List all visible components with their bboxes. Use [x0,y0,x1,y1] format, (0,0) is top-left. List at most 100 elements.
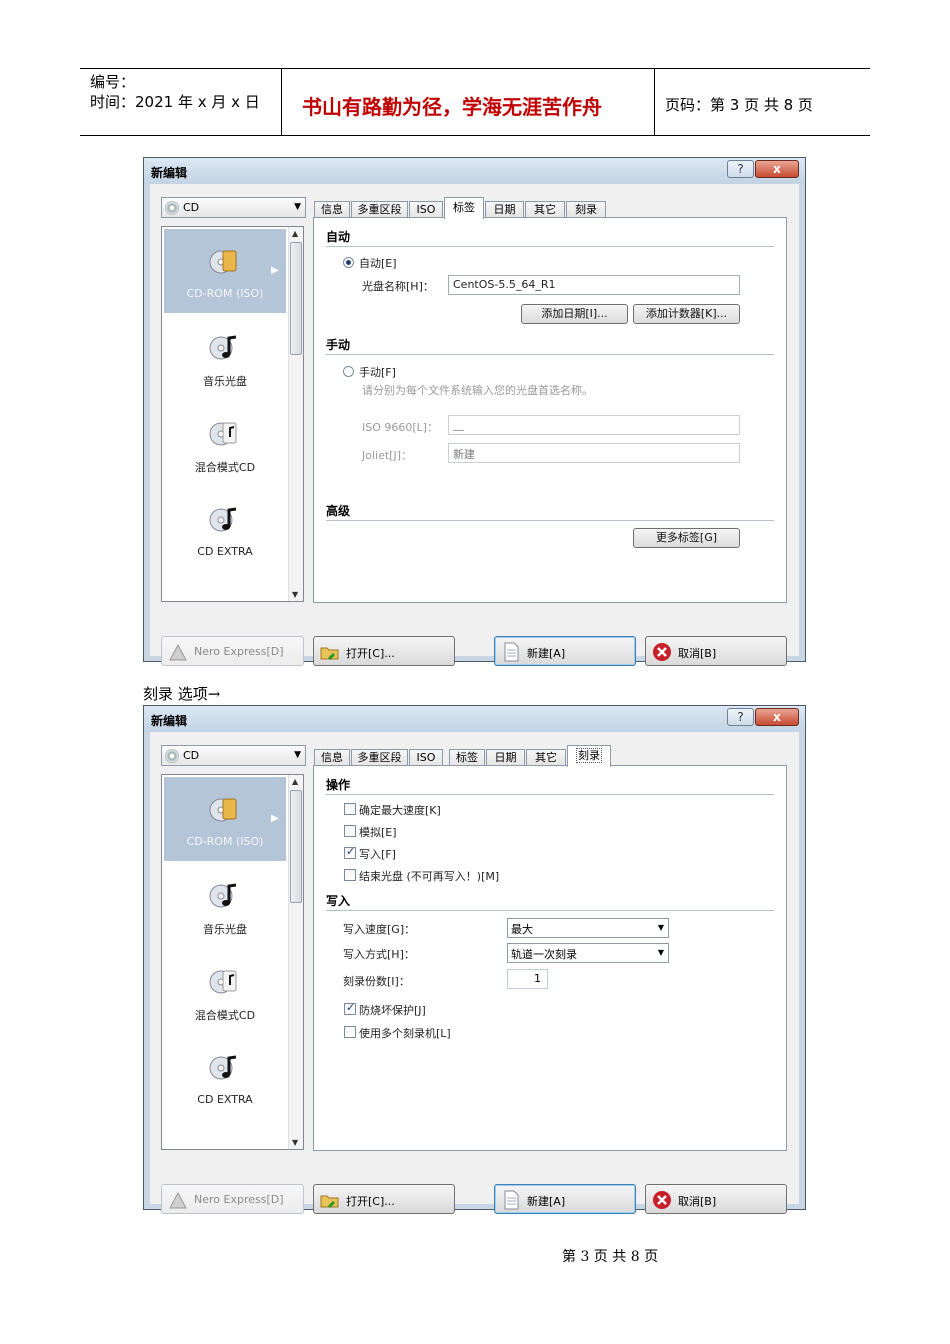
disc-icon [165,201,179,215]
button-label: 新建[A] [527,647,566,660]
add-counter-button[interactable]: 添加计数器[K]... [633,304,740,324]
chevron-right-icon: ▶ [271,265,279,276]
write-checkbox[interactable] [344,845,356,859]
compilation-type-list: ▶ CD-ROM (ISO) 音乐光盘 混合模式CD CD EXTRA ▲ ▼ [161,774,304,1150]
add-date-button[interactable]: 添加日期[I]... [521,304,628,324]
chevron-right-icon: ▶ [271,813,279,824]
write-method-label: 写入方式[H]： [343,948,415,961]
list-item-cd-extra[interactable]: CD EXTRA [164,1035,286,1119]
tab-burn[interactable]: 刻录 [566,201,606,218]
auto-radio[interactable] [343,257,354,268]
labels-tab-panel: 自动 自动[E] 光盘名称[H]： CentOS-5.5_64_R1 添加日期[… [313,217,787,603]
divider [326,910,774,911]
scroll-up-icon[interactable]: ▲ [292,777,298,786]
close-button[interactable]: x [755,708,799,726]
disc-type-select[interactable]: CD ▼ [161,745,306,766]
tab-iso[interactable]: ISO [409,201,443,218]
tab-date[interactable]: 日期 [485,201,524,218]
write-method-select[interactable]: 轨道一次刻录 ▼ [507,943,669,963]
new-document-icon [504,1190,519,1210]
scroll-thumb[interactable] [290,790,302,903]
button-label: 新建[A] [527,1195,566,1208]
finalize-disc-checkbox[interactable] [344,869,356,881]
scroll-down-icon[interactable]: ▼ [292,590,298,599]
music-disc-icon [209,335,237,360]
tab-date[interactable]: 日期 [486,749,525,766]
iso-name-input[interactable]: __ [448,415,740,435]
nero-express-button[interactable]: Nero Express[D] [161,1184,304,1214]
list-item-label: CD EXTRA [197,545,253,558]
section-manual: 手动 [326,338,351,352]
list-item-cdrom-iso[interactable]: ▶ CD-ROM (ISO) [164,229,286,313]
list-item-label: CD EXTRA [197,1093,253,1106]
list-item-audio-cd[interactable]: 音乐光盘 [164,315,286,399]
write-method-value: 轨道一次刻录 [511,948,577,961]
list-item-mixed-mode-cd[interactable]: 混合模式CD [164,949,286,1033]
number-label: 编号： [90,73,136,91]
help-button[interactable]: ? [727,708,754,726]
help-button[interactable]: ? [727,160,754,178]
tab-burn[interactable]: 刻录 [567,745,611,767]
disc-name-input[interactable]: CentOS-5.5_64_R1 [448,275,740,295]
cancel-button[interactable]: 取消[B] [645,636,787,666]
tab-misc[interactable]: 其它 [525,201,565,218]
nero-express-button[interactable]: Nero Express[D] [161,636,304,666]
button-label: Nero Express[D] [194,1193,284,1206]
list-item-label: 混合模式CD [194,461,256,474]
list-item-cdrom-iso[interactable]: ▶ CD-ROM (ISO) [164,777,286,861]
new-document-icon [504,642,519,662]
disc-type-select[interactable]: CD ▼ [161,197,306,218]
list-item-label: 音乐光盘 [203,375,247,388]
simulate-checkbox[interactable] [344,825,356,837]
header-left-cell: 编号： 时间：2021 年 x 月 x 日 [80,69,282,135]
button-label: 取消[B] [678,647,717,660]
manual-radio-label: 手动[F] [359,366,396,379]
burn-tab-panel: 操作 确定最大速度[K] 模拟[E] 写入[F] 结束光盘 (不可再写入！)[M… [313,765,787,1151]
open-button[interactable]: 打开[C]... [313,636,455,666]
dialog-titlebar: 新编辑 ? x [144,158,805,184]
list-item-mixed-mode-cd[interactable]: 混合模式CD [164,401,286,485]
dialog-title: 新编辑 [151,166,188,180]
copies-input[interactable]: 1 [507,969,548,989]
mixed-disc-icon [209,970,237,994]
nero-express-icon [169,643,187,661]
close-button[interactable]: x [755,160,799,178]
new-button[interactable]: 新建[A] [494,636,636,666]
scroll-up-icon[interactable]: ▲ [292,229,298,238]
list-item-cd-extra[interactable]: CD EXTRA [164,487,286,571]
tab-multisession[interactable]: 多重区段 [351,749,408,766]
list-scrollbar[interactable]: ▲ ▼ [288,227,303,601]
caption-burn-options: 刻录 选项→ [143,685,221,703]
mixed-disc-icon [209,422,237,446]
write-speed-select[interactable]: 最大 ▼ [507,918,669,938]
buffer-protection-checkbox[interactable] [344,1001,356,1015]
scroll-down-icon[interactable]: ▼ [292,1138,298,1147]
cd-extra-icon [209,507,237,532]
open-button[interactable]: 打开[C]... [313,1184,455,1214]
tab-info[interactable]: 信息 [314,201,350,218]
multiple-recorders-checkbox[interactable] [344,1026,356,1038]
divider [326,520,774,521]
button-label: 打开[C]... [346,647,395,660]
tab-iso[interactable]: ISO [409,749,443,766]
manual-radio[interactable] [343,366,354,377]
max-speed-checkbox[interactable] [344,803,356,815]
tab-label[interactable]: 标签 [444,197,484,219]
multiple-recorders-label: 使用多个刻录机[L] [359,1027,451,1040]
tab-info[interactable]: 信息 [314,749,350,766]
cancel-button[interactable]: 取消[B] [645,1184,787,1214]
iso-name-label: ISO 9660[L]： [362,421,439,434]
disc-name-label: 光盘名称[H]： [362,280,434,293]
list-scrollbar[interactable]: ▲ ▼ [288,775,303,1149]
tab-label[interactable]: 标签 [449,749,485,766]
music-disc-icon [209,883,237,908]
tab-misc[interactable]: 其它 [526,749,566,766]
manual-hint: 请分别为每个文件系统输入您的光盘首选名称。 [362,384,593,397]
new-button[interactable]: 新建[A] [494,1184,636,1214]
tab-multisession[interactable]: 多重区段 [351,201,408,218]
more-labels-button[interactable]: 更多标签[G] [633,528,740,548]
list-item-label: CD-ROM (ISO) [186,287,264,300]
list-item-audio-cd[interactable]: 音乐光盘 [164,863,286,947]
joliet-name-input[interactable]: 新建 [448,443,740,463]
scroll-thumb[interactable] [290,242,302,355]
